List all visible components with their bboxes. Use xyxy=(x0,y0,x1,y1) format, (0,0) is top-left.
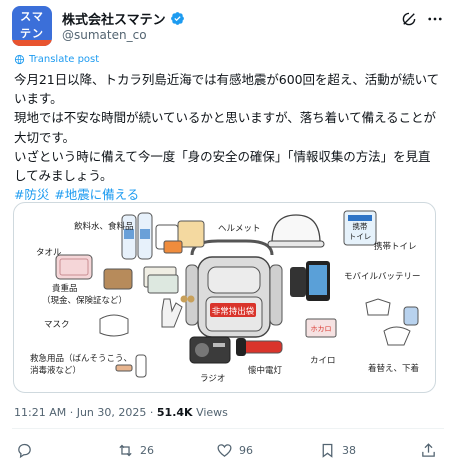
post-time[interactable]: 11:21 AM xyxy=(14,406,66,419)
label-first-aid: 救急用品（ばんそうこう、 xyxy=(30,353,132,364)
label-mask: マスク xyxy=(44,320,70,330)
bookmark-icon xyxy=(322,443,333,458)
verified-badge-icon xyxy=(170,11,184,25)
gloves-illustration xyxy=(161,298,183,328)
tweet-text: 今月21日以降、トカラ列島近海では有感地震が600回を超え、活動が続いています。… xyxy=(14,70,442,204)
helmet-illustration xyxy=(271,214,321,244)
translate-post-link[interactable]: Translate post xyxy=(14,54,99,65)
views-count: 51.4K xyxy=(156,406,193,419)
reply-button[interactable] xyxy=(16,437,39,463)
avatar-stripe xyxy=(12,40,52,46)
label-clothes: 着替え、下着 xyxy=(368,363,419,374)
label-portable-toilet: 携帯トイレ xyxy=(374,241,417,252)
like-count: 96 xyxy=(239,443,253,457)
first-aid-illustration xyxy=(135,354,147,378)
views-label: Views xyxy=(196,406,228,419)
post-meta: 11:21 AM · Jun 30, 2025 · 51.4K Views xyxy=(14,406,228,419)
reply-icon xyxy=(18,443,31,458)
flashlight-illustration xyxy=(241,340,283,354)
share-icon xyxy=(422,442,435,457)
post-image[interactable]: 非常持出袋 携帯 トイレ ホカロ 飲料水、食料品 タオル 貴重品 （現金、保険証… xyxy=(13,202,436,393)
post-header: スマ テン 株式会社スマテン @sumaten_co xyxy=(12,6,444,50)
display-name[interactable]: 株式会社スマテン xyxy=(62,9,166,28)
label-drink-food: 飲料水、食料品 xyxy=(74,221,134,232)
bookmark-button[interactable]: 38 xyxy=(319,437,356,463)
label-towel: タオル xyxy=(36,248,62,258)
label-valuables: 貴重品 xyxy=(52,283,78,294)
label-warmer: カイロ xyxy=(310,356,336,366)
clothes-illustration xyxy=(365,298,391,316)
grok-icon[interactable] xyxy=(400,10,418,28)
like-button[interactable]: 96 xyxy=(216,437,253,463)
translate-label: Translate post xyxy=(29,54,100,65)
tweet-line: いざという時に備えて今一度「身の安全の確保」「情報収集の方法」を見直してみましょ… xyxy=(14,148,431,184)
tweet-line: 今月21日以降、トカラ列島近海では有感地震が600回を超え、活動が続いています。 xyxy=(14,72,440,107)
share-button[interactable] xyxy=(420,437,437,463)
avatar-logo-text: スマ テン xyxy=(20,10,44,40)
name-row: 株式会社スマテン xyxy=(62,9,185,28)
divider xyxy=(12,428,444,429)
tweet-line: 現地では不安な時間が続いているかと思いますが、落ち着いて備えることが大切です。 xyxy=(14,110,436,145)
post-date[interactable]: Jun 30, 2025 xyxy=(77,406,147,419)
svg-text:ホカロ: ホカロ xyxy=(311,325,332,333)
emergency-kit-illustration: 非常持出袋 携帯 トイレ ホカロ 飲料水、食料品 タオル 貴重品 （現金、保険証… xyxy=(30,210,421,384)
repost-button[interactable]: 26 xyxy=(117,437,154,463)
label-radio: ラジオ xyxy=(200,374,225,384)
avatar[interactable]: スマ テン xyxy=(12,6,52,46)
backpack-illustration: 非常持出袋 xyxy=(185,239,283,338)
label-flashlight: 懐中電灯 xyxy=(248,365,283,376)
more-options-icon[interactable] xyxy=(426,10,444,28)
handle[interactable]: @sumaten_co xyxy=(62,28,147,42)
heart-icon xyxy=(217,443,232,457)
mask-illustration xyxy=(99,314,129,337)
label-mobile-battery: モバイルバッテリー xyxy=(344,272,421,282)
repost-count: 26 xyxy=(140,443,154,457)
repost-icon xyxy=(119,444,132,456)
svg-text:トイレ: トイレ xyxy=(349,232,372,241)
bookmark-count: 38 xyxy=(342,443,356,457)
action-bar: 26 96 38 xyxy=(12,437,444,463)
bag-tag-label: 非常持出袋 xyxy=(212,306,255,317)
svg-text:携帯: 携帯 xyxy=(353,221,368,231)
label-first-aid-detail: 消毒液など） xyxy=(30,365,81,376)
label-helmet: ヘルメット xyxy=(218,224,261,234)
globe-icon xyxy=(14,54,25,65)
battery-illustration xyxy=(290,267,306,297)
label-valuables-detail: （現金、保険証など） xyxy=(42,295,127,306)
